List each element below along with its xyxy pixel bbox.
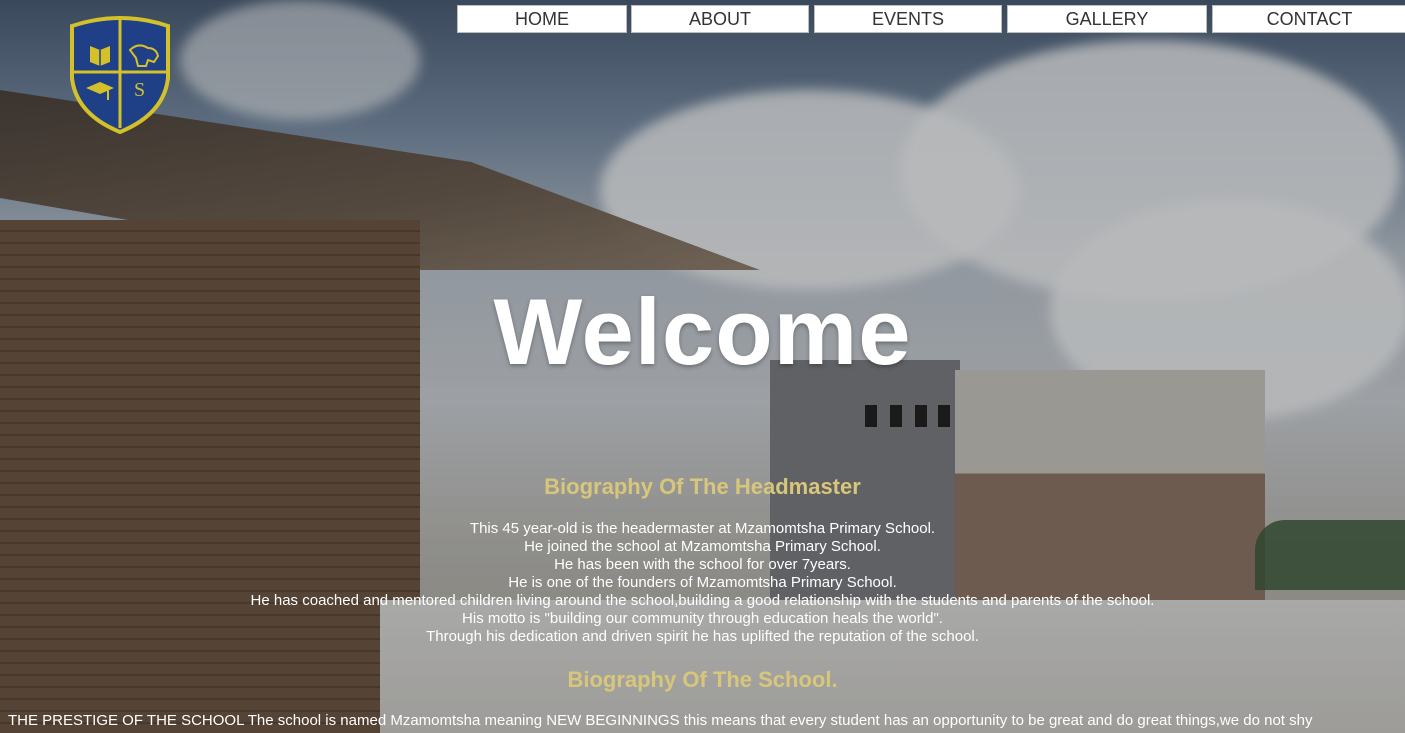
hero-title: Welcome bbox=[493, 279, 912, 384]
bio-line: He has coached and mentored children liv… bbox=[250, 592, 1155, 609]
crest-letter: S bbox=[134, 79, 145, 101]
nav-home[interactable]: HOME bbox=[457, 5, 627, 33]
bio-line: This 45 year-old is the headermaster at … bbox=[469, 520, 936, 537]
bio-line: His motto is "building our community thr… bbox=[462, 610, 943, 627]
main-nav: HOME ABOUT EVENTS GALLERY CONTACT bbox=[0, 5, 1405, 33]
school-crest-icon[interactable]: S bbox=[68, 16, 172, 135]
headmaster-heading: Biography Of The Headmaster bbox=[544, 474, 861, 499]
bio-line: He is one of the founders of Mzamomtsha … bbox=[508, 574, 897, 591]
school-heading: Biography Of The School. bbox=[567, 667, 838, 692]
headmaster-bio: This 45 year-old is the headermaster at … bbox=[0, 520, 1405, 646]
bio-line: Through his dedication and driven spirit… bbox=[426, 628, 979, 645]
school-bio-text: THE PRESTIGE OF THE SCHOOL The school is… bbox=[8, 712, 1313, 729]
nav-about[interactable]: ABOUT bbox=[631, 5, 809, 33]
nav-events[interactable]: EVENTS bbox=[814, 5, 1002, 33]
bio-line: He joined the school at Mzamomtsha Prima… bbox=[524, 538, 881, 555]
nav-contact[interactable]: CONTACT bbox=[1212, 5, 1405, 33]
nav-gallery[interactable]: GALLERY bbox=[1007, 5, 1207, 33]
bio-line: He has been with the school for over 7ye… bbox=[554, 556, 851, 573]
